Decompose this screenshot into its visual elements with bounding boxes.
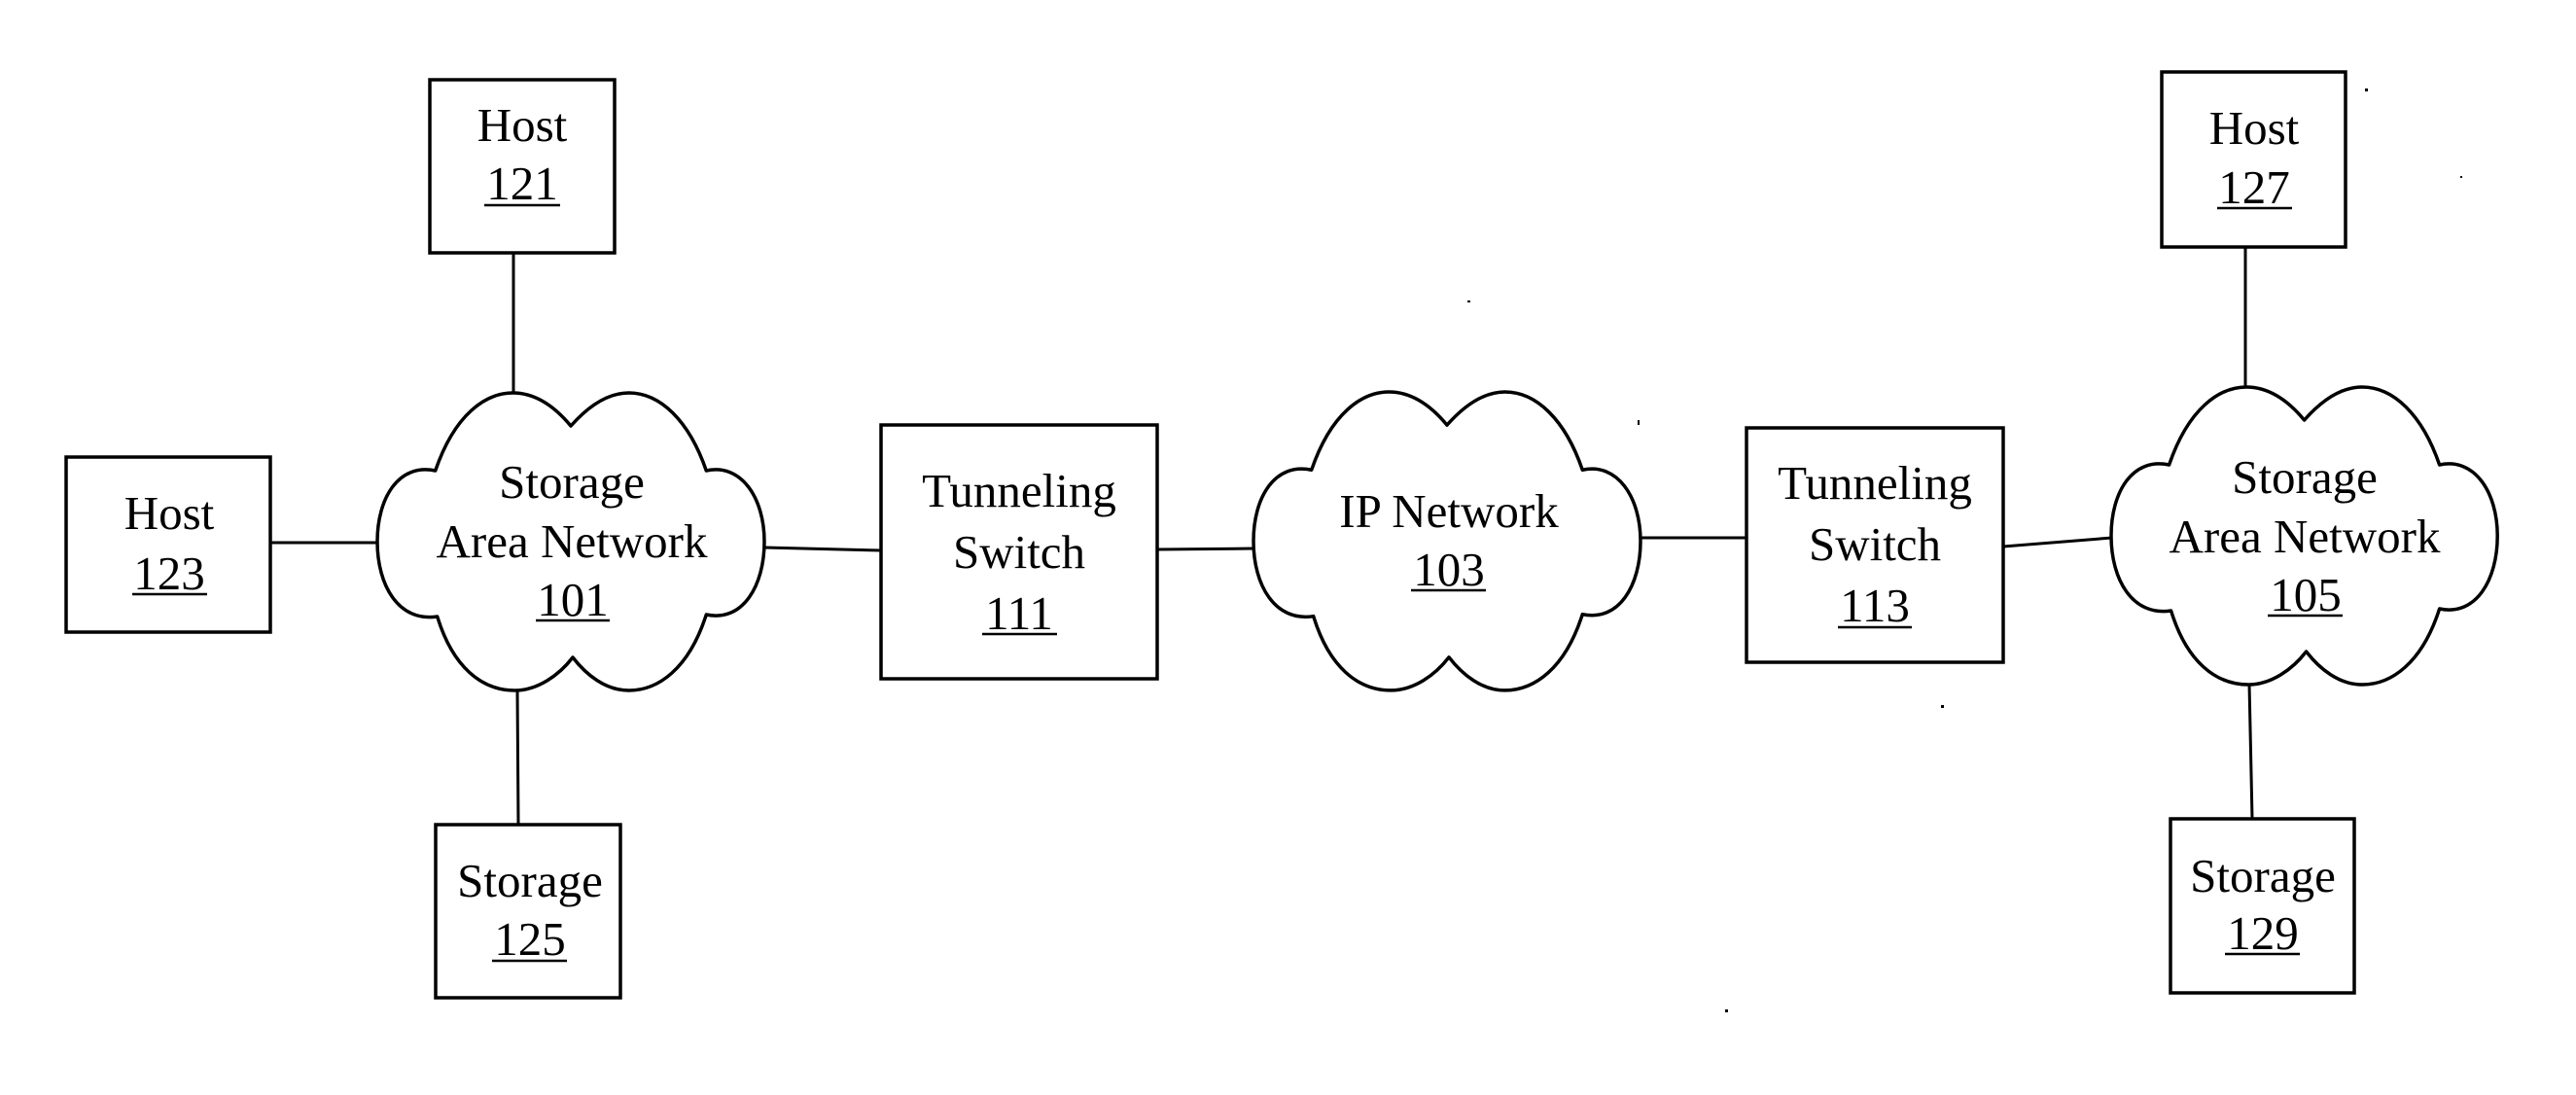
switch-111-label-line2: Switch <box>953 525 1085 579</box>
host-121-ref: 121 <box>486 157 558 210</box>
host-121-label: Host <box>477 98 568 152</box>
switch-111-ref: 111 <box>985 586 1053 640</box>
storage-125-box <box>434 823 622 1000</box>
scan-speck <box>2365 88 2368 91</box>
host-127-node[interactable]: Host 127 <box>2160 70 2347 249</box>
san-101-node[interactable]: Storage Area Network 101 <box>375 391 766 692</box>
switch-113-node[interactable]: Tunneling Switch 113 <box>1745 426 2005 664</box>
link-san101-switch111 <box>763 546 882 552</box>
link-san105-storage129 <box>2247 683 2254 820</box>
host-123-label: Host <box>124 486 215 540</box>
host-127-ref: 127 <box>2218 160 2290 214</box>
san-101-ref: 101 <box>537 573 609 626</box>
link-switch111-ip103 <box>1156 547 1255 551</box>
storage-129-node[interactable]: Storage 129 <box>2169 817 2356 995</box>
scan-speck <box>2460 176 2462 178</box>
link-san101-storage125 <box>515 689 520 826</box>
storage-125-node[interactable]: Storage 125 <box>434 823 622 1000</box>
ip-103-node[interactable]: IP Network 103 <box>1252 390 1642 692</box>
scan-speck <box>1725 1009 1728 1012</box>
host-127-label: Host <box>2209 101 2300 155</box>
host-123-box <box>64 455 272 634</box>
switch-111-label-line1: Tunneling <box>922 464 1116 517</box>
scan-speck <box>1467 300 1470 302</box>
host-123-node[interactable]: Host 123 <box>64 455 272 634</box>
san-105-node[interactable]: Storage Area Network 105 <box>2109 385 2499 687</box>
ip-103-cloud <box>1252 390 1642 692</box>
scan-speck <box>1638 420 1640 425</box>
ip-103-label: IP Network <box>1339 484 1559 538</box>
host-127-box <box>2160 70 2347 249</box>
switch-113-ref: 113 <box>1840 579 1910 632</box>
link-switch113-san105 <box>2002 536 2113 548</box>
san-101-label-line2: Area Network <box>437 514 708 568</box>
san-105-label-line2: Area Network <box>2170 510 2441 563</box>
san-101-label-line1: Storage <box>499 455 645 509</box>
switch-113-label-line1: Tunneling <box>1778 456 1972 510</box>
ip-103-ref: 103 <box>1413 543 1485 596</box>
storage-129-label: Storage <box>2190 849 2336 902</box>
san-105-ref: 105 <box>2270 568 2342 621</box>
scan-speck <box>1941 705 1944 708</box>
switch-113-label-line2: Switch <box>1809 517 1941 571</box>
host-121-node[interactable]: Host 121 <box>428 78 617 255</box>
storage-125-label: Storage <box>457 854 603 907</box>
storage-129-ref: 129 <box>2227 906 2299 960</box>
storage-125-ref: 125 <box>494 912 566 966</box>
host-123-ref: 123 <box>133 547 205 600</box>
san-105-label-line1: Storage <box>2232 450 2378 504</box>
network-diagram: Host 121 Host 123 Storage Area Network 1… <box>64 70 2499 1012</box>
switch-111-node[interactable]: Tunneling Switch 111 <box>879 423 1159 681</box>
